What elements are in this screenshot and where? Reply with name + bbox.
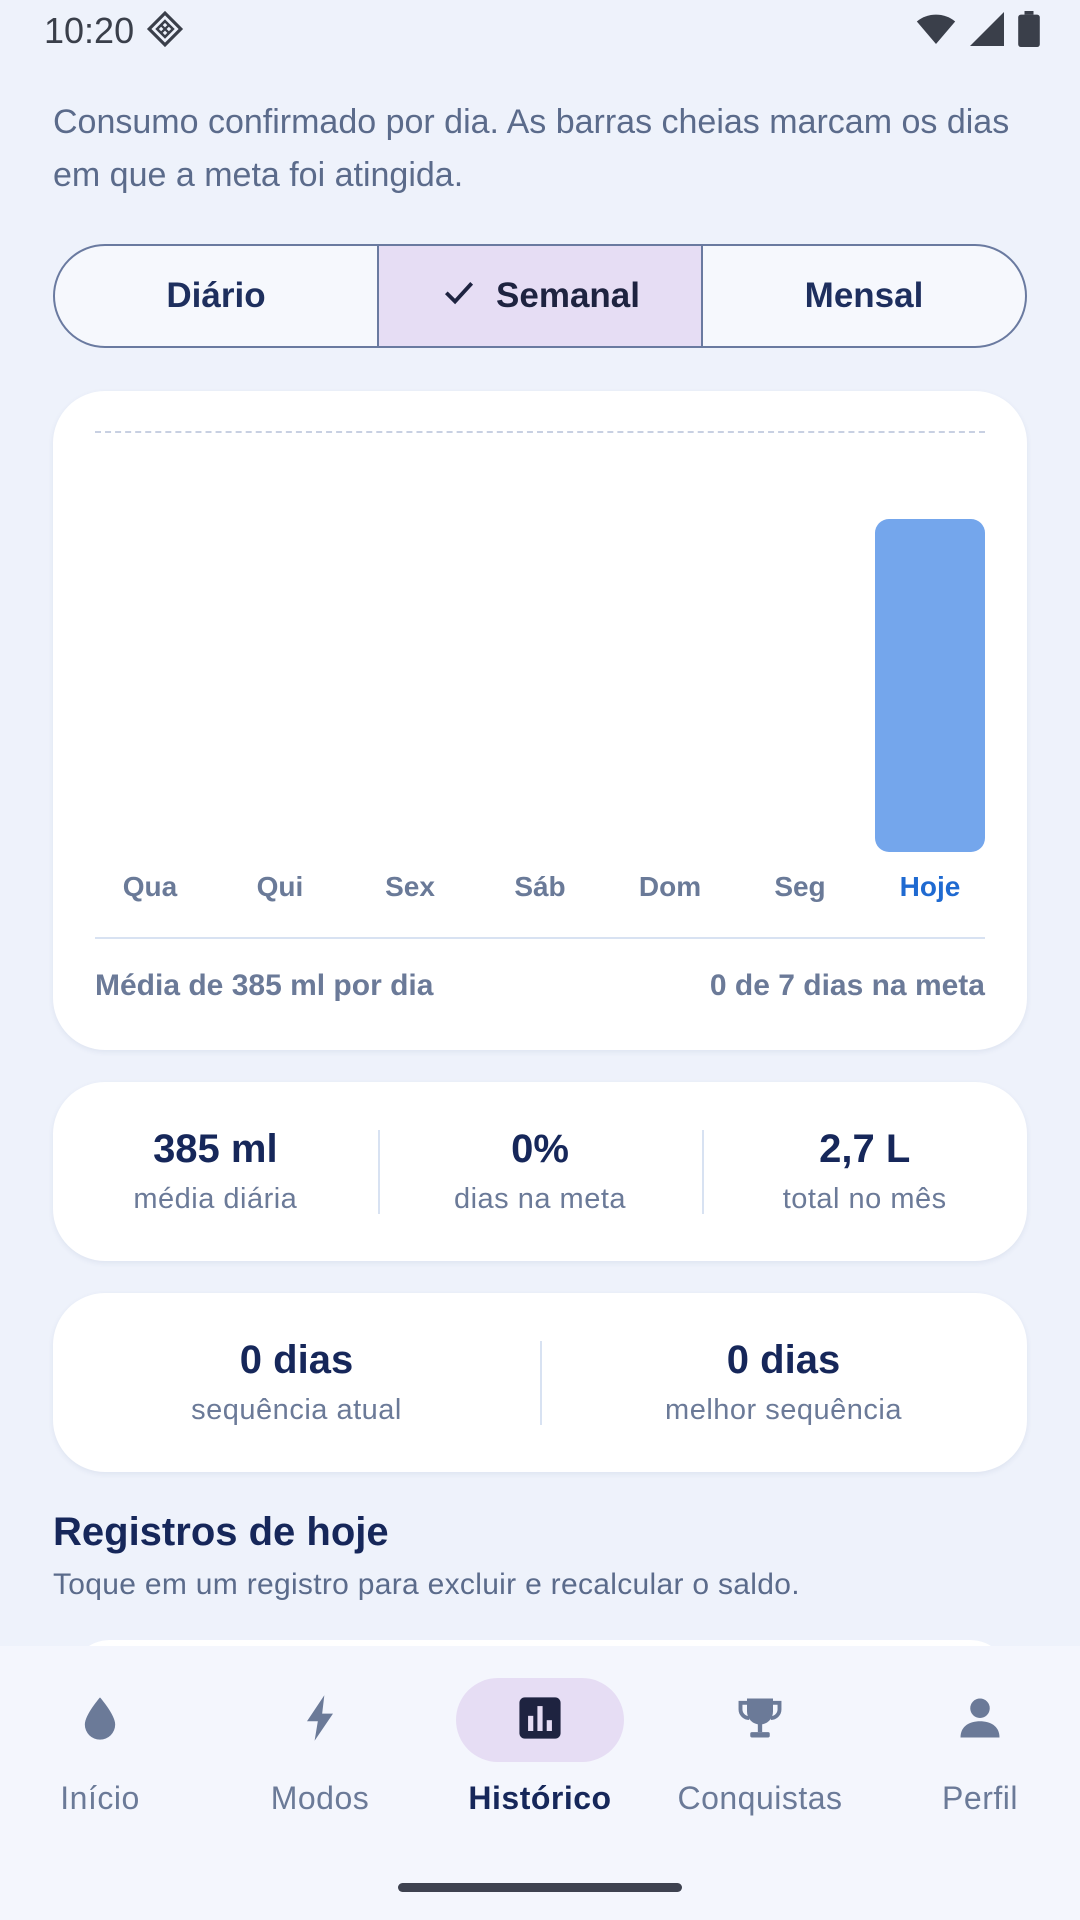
chart-divider — [95, 937, 985, 939]
stat-value: 2,7 L — [819, 1127, 911, 1171]
day-label-qua: Qua — [122, 871, 178, 902]
bolt-icon — [294, 1692, 346, 1749]
day-label-qui: Qui — [256, 871, 304, 902]
stat-current-streak: 0 dias sequência atual — [53, 1338, 540, 1426]
chart-footer: Média de 385 ml por dia 0 de 7 dias na m… — [95, 969, 985, 1003]
nav-label: Conquistas — [677, 1780, 843, 1816]
nav-item-perfil[interactable]: Perfil — [880, 1678, 1080, 1817]
bar-column-sex — [355, 431, 465, 852]
status-left: 10:20 — [44, 10, 184, 53]
bar-column-dom — [615, 431, 725, 852]
bar-column-qui — [225, 431, 335, 852]
stat-label: total no mês — [782, 1183, 947, 1215]
stat-value: 0 dias — [239, 1338, 354, 1382]
nav-label: Modos — [270, 1780, 370, 1816]
streak-card: 0 dias sequência atual 0 dias melhor seq… — [53, 1293, 1027, 1472]
nav-icon-wrap — [676, 1678, 844, 1762]
bar-chart-icon — [514, 1692, 566, 1749]
stat-label: melhor sequência — [665, 1394, 902, 1426]
day-label-hoje: Hoje — [899, 871, 961, 902]
tab-label: Semanal — [496, 276, 640, 315]
day-label-dom: Dom — [638, 871, 702, 902]
stat-daily-average: 385 ml média diária — [53, 1127, 378, 1215]
stat-value: 0% — [511, 1127, 569, 1171]
nav-item-historico[interactable]: Histórico — [440, 1678, 640, 1817]
bar-area — [95, 391, 985, 852]
stat-value: 0 dias — [726, 1338, 841, 1382]
bar-hoje[interactable] — [875, 519, 985, 852]
day-label-sex: Sex — [385, 871, 435, 902]
status-bar: 10:20 — [0, 0, 1080, 62]
status-time: 10:20 — [44, 10, 135, 51]
trophy-icon — [734, 1692, 786, 1749]
section-title: Registros de hoje — [53, 1510, 389, 1554]
stat-goal-days: 0% dias na meta — [377, 1127, 703, 1215]
bar-column-seg — [745, 431, 855, 852]
day-label-sáb: Sáb — [514, 871, 566, 902]
day-labels: Qua Qui Sex Sáb Dom Seg Hoje — [95, 871, 985, 917]
battery-icon — [1018, 10, 1040, 52]
signal-icon — [970, 11, 1004, 51]
app-notification-icon — [146, 10, 184, 53]
bottom-nav: Início Modos Histórico Conquistas Perfil — [0, 1646, 1080, 1920]
day-label-seg: Seg — [774, 871, 826, 902]
nav-icon-wrap — [236, 1678, 404, 1762]
drop-icon — [74, 1692, 126, 1749]
bar-column-qua — [95, 431, 205, 852]
nav-icon-wrap — [16, 1678, 184, 1762]
check-icon — [440, 273, 478, 320]
bar-column-hoje — [875, 431, 985, 852]
nav-item-conquistas[interactable]: Conquistas — [660, 1678, 860, 1817]
tab-label: Diário — [166, 276, 266, 315]
stats-card: 385 ml média diária 0% dias na meta 2,7 … — [53, 1082, 1027, 1261]
goal-days-summary: 0 de 7 dias na meta — [709, 969, 985, 1002]
home-indicator — [398, 1883, 682, 1892]
stat-month-total: 2,7 L total no mês — [702, 1127, 1027, 1215]
status-right — [916, 10, 1040, 52]
nav-item-inicio[interactable]: Início — [0, 1678, 200, 1817]
stat-label: sequência atual — [191, 1394, 402, 1426]
nav-label: Histórico — [468, 1780, 612, 1816]
stat-label: média diária — [133, 1183, 298, 1215]
stat-best-streak: 0 dias melhor sequência — [540, 1338, 1027, 1426]
stat-value: 385 ml — [153, 1127, 278, 1171]
weekly-chart-card: Qua Qui Sex Sáb Dom Seg Hoje Média de 385 ml p… — [53, 391, 1027, 1050]
intro-text: Consumo confirmado por dia. As barras ch… — [53, 103, 1010, 194]
nav-item-modos[interactable]: Modos — [220, 1678, 420, 1817]
bar-column-sáb — [485, 431, 595, 852]
tab-mensal[interactable]: Mensal — [701, 246, 1025, 346]
person-icon — [954, 1692, 1006, 1749]
nav-icon-wrap — [896, 1678, 1064, 1762]
period-selector: Diário Semanal Mensal — [53, 244, 1027, 348]
wifi-icon — [916, 12, 956, 51]
nav-label: Início — [60, 1780, 140, 1816]
tab-semanal[interactable]: Semanal — [377, 246, 701, 346]
nav-icon-wrap — [456, 1678, 624, 1762]
tab-diario[interactable]: Diário — [55, 246, 377, 346]
nav-label: Perfil — [942, 1780, 1018, 1816]
section-subtitle: Toque em um registro para excluir e reca… — [53, 1568, 800, 1601]
stat-label: dias na meta — [453, 1183, 627, 1215]
tab-label: Mensal — [804, 276, 924, 315]
average-summary: Média de 385 ml por dia — [95, 969, 434, 1002]
